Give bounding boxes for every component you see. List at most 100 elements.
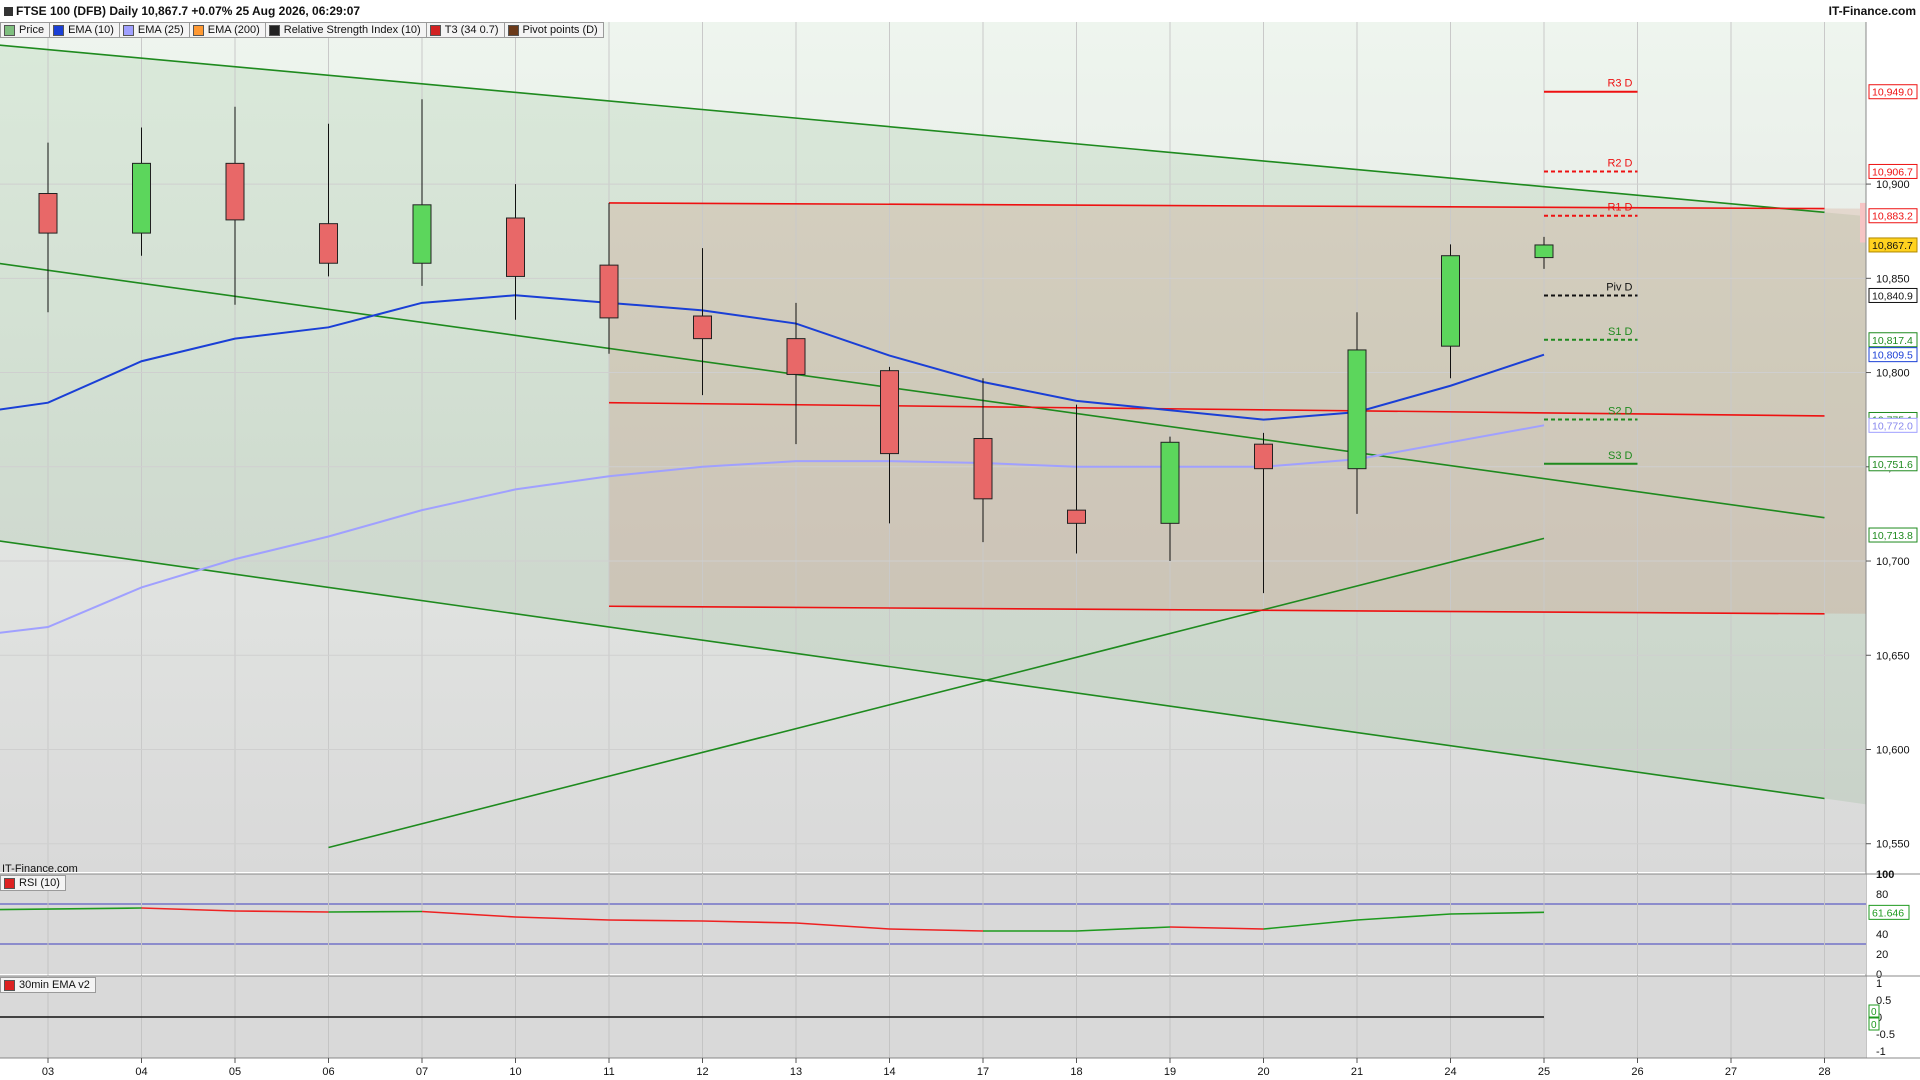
x-tick-label: 07 [416,1066,428,1078]
pivot-label: Piv D [1606,281,1632,293]
legend-swatch [507,24,519,36]
ema30-panel-label[interactable]: 30min EMA v2 [0,977,96,993]
pivot-label: R2 D [1607,157,1632,169]
legend-item[interactable]: Price [0,22,51,38]
r1-highlight [1860,202,1866,243]
candle-body [693,315,712,340]
rsi-tick-label: 20 [1876,949,1888,961]
legend-label: Price [19,24,45,36]
price-label-text: 10,906.7 [1872,166,1913,178]
candle-body [880,370,899,455]
rsi-tick-label: 80 [1876,889,1888,901]
candle-body [599,264,619,319]
pivot-label: S2 D [1608,405,1633,417]
indicator-legend: Price EMA (10) EMA (25) EMA (200) Relative S… [0,22,604,38]
x-tick-label: 26 [1631,1066,1643,1078]
price-label-text: 10,883.2 [1872,211,1913,223]
legend-swatch [192,24,204,36]
candle-body [225,162,245,221]
legend-swatch [4,24,15,36]
legend-item[interactable]: EMA (10) [49,22,120,38]
legend-swatch [53,24,65,36]
legend-item[interactable]: T3 (34 0.7) [425,22,505,38]
rsi-panel-bg [0,874,1866,974]
x-tick-label: 06 [322,1066,334,1078]
pivot-label: S3 D [1608,450,1633,462]
price-label-text: 10,809.5 [1872,350,1913,362]
ema30-tick-label: 1 [1876,978,1882,990]
rsi-segment [234,910,329,913]
title-bar: FTSE 100 (DFB) Daily 10,867.7 +0.07% 25 … [0,0,1920,22]
y-tick-label: 10,800 [1876,368,1910,380]
pivot-label: R3 D [1607,78,1632,90]
x-tick-label: 05 [229,1066,241,1078]
ema30-value-label: 0 [1871,1007,1877,1018]
y-tick-label: 10,550 [1876,839,1910,851]
price-label-text: 10,840.9 [1872,290,1913,302]
y-tick-label: 10,900 [1876,179,1910,191]
rsi-tick-label: 40 [1876,929,1888,941]
price-label-text: 10,751.6 [1872,459,1913,471]
candle-body [1160,441,1180,524]
candle-body [973,438,993,500]
x-tick-label: 24 [1444,1066,1456,1078]
y-tick-label: 10,700 [1876,556,1910,568]
y-tick-label: 10,850 [1876,273,1910,285]
candle-body [38,193,58,234]
candle-body [1254,443,1273,470]
price-label-text: 10,713.8 [1872,530,1913,542]
legend-swatch [122,24,134,36]
x-tick-label: 03 [42,1066,54,1078]
x-tick-label: 17 [977,1066,989,1078]
ema30-value-label: 0 [1871,1020,1877,1031]
legend-item[interactable]: EMA (200) [188,22,266,38]
rsi-segment [608,919,703,922]
rsi-panel-label[interactable]: RSI (10) [0,875,66,891]
x-tick-label: 10 [509,1066,521,1078]
legend-swatch [268,24,280,36]
x-tick-label: 27 [1725,1066,1737,1078]
candle-body [786,338,806,375]
x-tick-label: 20 [1257,1066,1269,1078]
legend-item[interactable]: EMA (25) [118,22,190,38]
x-tick-label: 14 [883,1066,895,1078]
price-label-text: 10,949.0 [1872,87,1913,99]
y-tick-label: 10,650 [1876,650,1910,662]
candle-body [319,223,338,264]
site-title[interactable]: IT-Finance.com [1829,4,1920,18]
x-tick-label: 12 [696,1066,708,1078]
x-tick-label: 21 [1351,1066,1363,1078]
chart-title: FTSE 100 (DFB) Daily 10,867.7 +0.07% 25 … [0,4,360,18]
legend-label: EMA (25) [137,24,184,36]
candle-body [1067,509,1086,524]
ema30-tick-label: -1 [1876,1046,1886,1058]
x-tick-label: 11 [603,1066,614,1078]
legend-label: EMA (200) [207,24,260,36]
legend-label: EMA (10) [68,24,114,36]
chart-canvas: R3 D R2 D R1 D Piv D S1 D S2 D S3 D 10,550 10,60… [0,22,1920,1080]
candle-body [506,217,525,277]
x-tick-label: 18 [1070,1066,1082,1078]
x-tick-label: 25 [1538,1066,1550,1078]
x-tick-label: 04 [135,1066,147,1078]
x-tick-label: 28 [1818,1066,1830,1078]
legend-label: T3 (34 0.7) [444,24,499,36]
pivot-label: S1 D [1608,326,1633,338]
legend-label: Pivot points (D) [522,24,598,36]
y-tick-label: 10,600 [1876,744,1910,756]
candle-body [1441,255,1460,347]
legend-item[interactable]: Relative Strength Index (10) [264,22,427,38]
legend-swatch [429,24,441,36]
price-label-text: 10,817.4 [1872,335,1913,347]
candle-body [412,204,432,264]
ema30-tick-label: -0.5 [1876,1029,1895,1041]
legend-item[interactable]: Pivot points (D) [503,22,604,38]
x-tick-label: 13 [790,1066,802,1078]
candle-body [1347,349,1367,470]
rsi-segment [328,910,423,913]
candle-body [1534,244,1554,259]
price-label-text: 10,867.7 [1872,240,1913,252]
candle-body [132,162,151,234]
rsi-value-label: 61.646 [1872,907,1904,919]
price-label-text: 10,772.0 [1872,420,1913,432]
